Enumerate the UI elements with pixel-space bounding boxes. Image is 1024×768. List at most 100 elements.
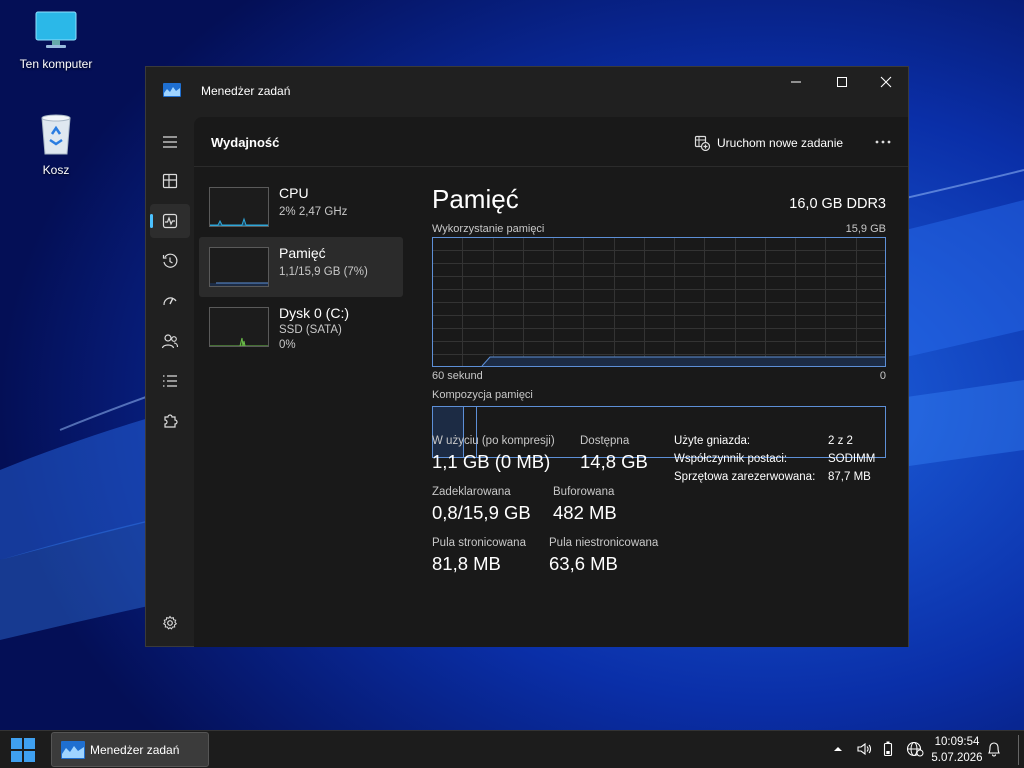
network-icon[interactable] bbox=[906, 741, 924, 757]
nav-item-services[interactable] bbox=[150, 404, 190, 438]
memory-spec: 16,0 GB DDR3 bbox=[789, 196, 886, 212]
stat-label: W użyciu (po kompresji) bbox=[432, 435, 555, 447]
desktop-icon-label: Ten komputer bbox=[19, 57, 93, 71]
nav-item-details[interactable] bbox=[150, 364, 190, 398]
prop-form-factor-value: SODIMM bbox=[828, 453, 876, 465]
history-icon bbox=[162, 253, 178, 268]
nav-item-users[interactable] bbox=[150, 324, 190, 358]
minimize-button[interactable] bbox=[773, 67, 819, 97]
task-manager-app-icon bbox=[163, 83, 181, 97]
usage-graph-label: Wykorzystanie pamięci bbox=[432, 223, 545, 235]
nav-item-processes[interactable] bbox=[150, 164, 190, 198]
stat-label: Dostępna bbox=[580, 435, 630, 447]
notification-bell-icon[interactable] bbox=[987, 741, 1001, 757]
hamburger-icon bbox=[163, 136, 177, 148]
window-title: Menedżer zadań bbox=[201, 84, 291, 98]
stat-label: Pula stronicowana bbox=[432, 537, 526, 549]
stat-label: Pula niestronicowana bbox=[549, 537, 659, 549]
prop-hw-reserved-value: 87,7 MB bbox=[828, 471, 871, 483]
taskbar-app-task-manager[interactable]: Menedżer zadań bbox=[51, 732, 209, 767]
stat-label: Zadeklarowana bbox=[432, 486, 511, 498]
close-icon bbox=[880, 76, 892, 88]
users-icon bbox=[161, 334, 179, 349]
gear-icon bbox=[162, 615, 178, 630]
stat-value: 482 MB bbox=[553, 502, 617, 523]
chevron-up-icon[interactable] bbox=[833, 745, 843, 753]
graph-usage-fill bbox=[482, 357, 885, 366]
stat-value: 14,8 GB bbox=[580, 451, 648, 472]
resource-item-cpu[interactable]: CPU 2% 2,47 GHz bbox=[199, 177, 403, 237]
desktop-icon-recycle-bin[interactable]: Kosz bbox=[11, 112, 101, 177]
resource-item-memory[interactable]: Pamięć 1,1/15,9 GB (7%) bbox=[199, 237, 403, 297]
prop-slots-key: Użyte gniazda: bbox=[674, 435, 751, 447]
stat-cached: Buforowana 482 MB bbox=[553, 486, 617, 524]
performance-icon bbox=[162, 213, 178, 229]
prop-slots-value: 2 z 2 bbox=[828, 435, 853, 447]
page-title: Wydajność bbox=[211, 135, 280, 150]
task-manager-app-icon bbox=[61, 740, 85, 759]
desktop-icon-this-pc[interactable]: Ten komputer bbox=[11, 10, 101, 71]
nav-menu-button[interactable] bbox=[150, 125, 190, 159]
performance-page: Wydajność Uruchom nowe zadanie CPU 2% 2,… bbox=[194, 117, 908, 647]
processes-icon bbox=[162, 173, 178, 189]
stat-value: 1,1 GB (0 MB) bbox=[432, 451, 551, 472]
nav-item-performance[interactable] bbox=[150, 204, 190, 238]
start-button[interactable] bbox=[10, 737, 36, 763]
system-clock[interactable]: 10:09:54 5.07.2026 bbox=[930, 734, 984, 766]
cpu-thumbnail-graph bbox=[209, 187, 269, 227]
clock-time: 10:09:54 bbox=[934, 736, 980, 748]
monitor-icon bbox=[35, 11, 77, 48]
prop-hw-reserved-key: Sprzętowa zarezerwowana: bbox=[674, 471, 816, 483]
memory-usage-graph bbox=[432, 237, 886, 367]
nav-item-app-history[interactable] bbox=[150, 244, 190, 278]
page-header: Wydajność Uruchom nowe zadanie bbox=[194, 117, 908, 167]
run-new-task-label: Uruchom nowe zadanie bbox=[717, 136, 844, 150]
maximize-icon bbox=[837, 77, 847, 87]
minimize-icon bbox=[791, 81, 801, 83]
usage-graph-max: 15,9 GB bbox=[845, 223, 886, 235]
window-titlebar[interactable]: Menedżer zadań bbox=[146, 67, 908, 117]
nav-item-startup-apps[interactable] bbox=[150, 284, 190, 318]
run-new-task-button[interactable]: Uruchom nowe zadanie bbox=[694, 132, 843, 154]
resource-item-disk[interactable]: Dysk 0 (C:) SSD (SATA) 0% bbox=[199, 297, 403, 357]
task-manager-window: Menedżer zadań Wydajność Uruchom nowe za… bbox=[145, 66, 909, 647]
puzzle-icon bbox=[164, 414, 178, 428]
resource-detail: SSD (SATA) bbox=[279, 324, 342, 336]
resource-detail: 2% 2,47 GHz bbox=[279, 206, 348, 218]
graph-axis-right-label: 0 bbox=[879, 370, 886, 382]
recycle-bin-icon bbox=[41, 114, 71, 155]
disk-thumbnail-graph bbox=[209, 307, 269, 347]
speedometer-icon bbox=[163, 297, 177, 306]
battery-icon[interactable] bbox=[883, 741, 893, 757]
detail-title: Pamięć bbox=[432, 184, 519, 214]
taskbar-app-label: Menedżer zadań bbox=[90, 742, 180, 757]
stat-in-use: W użyciu (po kompresji) 1,1 GB (0 MB) bbox=[432, 435, 555, 473]
maximize-button[interactable] bbox=[819, 67, 865, 97]
resource-name: Dysk 0 (C:) bbox=[279, 305, 349, 321]
volume-icon[interactable] bbox=[856, 741, 872, 757]
resource-name: Pamięć bbox=[279, 245, 326, 261]
stat-committed: Zadeklarowana 0,8/15,9 GB bbox=[432, 486, 531, 524]
resource-name: CPU bbox=[279, 185, 309, 201]
memory-detail-panel: Pamięć 16,0 GB DDR3 Wykorzystanie pamięc… bbox=[432, 167, 890, 647]
taskbar: Menedżer zadań 10:09:54 5.07.2026 bbox=[0, 730, 1024, 768]
graph-axis-left-label: 60 sekund bbox=[432, 370, 483, 382]
stat-paged-pool: Pula stronicowana 81,8 MB bbox=[432, 537, 526, 575]
resource-detail: 1,1/15,9 GB (7%) bbox=[279, 266, 368, 278]
close-button[interactable] bbox=[863, 67, 909, 97]
desktop-icon-label: Kosz bbox=[42, 163, 70, 177]
new-task-icon bbox=[694, 135, 710, 151]
stat-value: 0,8/15,9 GB bbox=[432, 502, 531, 523]
more-icon bbox=[875, 140, 891, 144]
list-icon bbox=[163, 375, 177, 387]
nav-item-settings[interactable] bbox=[150, 606, 190, 640]
navigation-rail bbox=[146, 117, 194, 647]
show-desktop-button[interactable] bbox=[1018, 735, 1019, 765]
memory-thumbnail-graph bbox=[209, 247, 269, 287]
clock-date: 5.07.2026 bbox=[931, 752, 983, 764]
stat-available: Dostępna 14,8 GB bbox=[580, 435, 648, 473]
stat-value: 63,6 MB bbox=[549, 553, 618, 574]
resource-detail-secondary: 0% bbox=[279, 339, 296, 351]
composition-label: Kompozycja pamięci bbox=[432, 389, 533, 401]
more-options-button[interactable] bbox=[870, 129, 896, 155]
